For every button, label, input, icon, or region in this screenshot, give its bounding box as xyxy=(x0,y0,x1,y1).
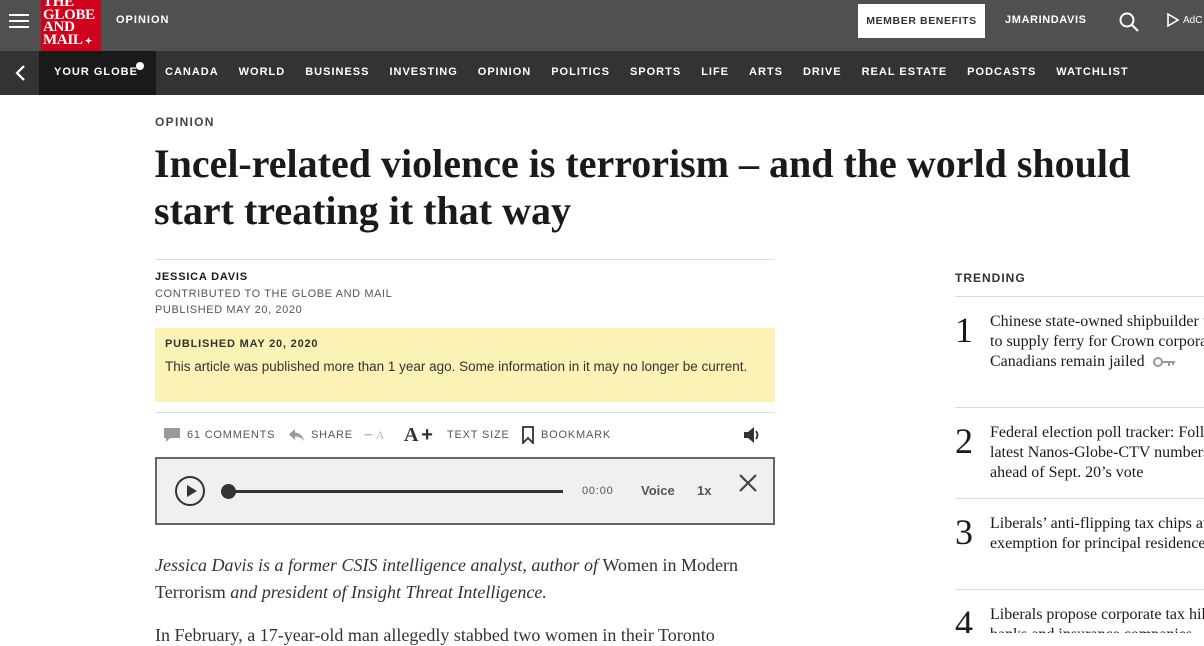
speed-selector[interactable]: 1x xyxy=(697,483,711,498)
nav-item-arts[interactable]: ARTS xyxy=(749,66,783,78)
nav-item-business[interactable]: BUSINESS xyxy=(305,66,369,78)
your-globe-label: YOUR GLOBE xyxy=(54,66,138,78)
audio-time: 00:00 xyxy=(582,485,614,497)
decrease-text-size-button[interactable]: – A xyxy=(364,418,385,452)
audio-progress-track[interactable] xyxy=(230,490,563,493)
divider xyxy=(155,412,775,413)
top-bar: THE GLOBE AND MAIL ✦ OPINION MEMBER BENE… xyxy=(0,0,1204,51)
nav-item-podcasts[interactable]: PODCASTS xyxy=(967,66,1036,78)
trending-headline[interactable]: Chinese state-owned shipbuilder tapped t… xyxy=(990,312,1204,372)
speaker-icon xyxy=(744,427,759,443)
trending-list: 1 Chinese state-owned shipbuilder tapped… xyxy=(955,290,1204,633)
audio-player: 00:00 Voice 1x xyxy=(155,457,775,525)
menu-icon[interactable] xyxy=(9,12,29,30)
article-headline: Incel-related violence is terrorism – an… xyxy=(154,141,1131,233)
notice-title: PUBLISHED MAY 20, 2020 xyxy=(165,338,319,350)
bookmark-button[interactable]: BOOKMARK xyxy=(521,418,611,452)
trending-rank: 3 xyxy=(955,512,973,552)
trending-headline[interactable]: Federal election poll tracker: Follow th… xyxy=(990,423,1204,483)
plus-icon: + xyxy=(421,423,434,446)
voice-selector[interactable]: Voice xyxy=(641,483,675,498)
nav-item-canada[interactable]: CANADA xyxy=(165,66,219,78)
nav-item-watchlist[interactable]: WATCHLIST xyxy=(1056,66,1128,78)
search-icon[interactable] xyxy=(1118,11,1140,33)
globe-and-mail-logo[interactable]: THE GLOBE AND MAIL ✦ xyxy=(41,0,101,51)
member-benefits-button[interactable]: MEMBER BENEFITS xyxy=(858,4,985,38)
audio-progress-handle[interactable] xyxy=(221,484,236,499)
share-label: SHARE xyxy=(311,429,353,441)
trending-headline-text: Liberals’ anti-flipping tax chips away a… xyxy=(990,515,1204,552)
bookmark-label: BOOKMARK xyxy=(541,429,611,441)
nav-item-real-estate[interactable]: REAL ESTATE xyxy=(862,66,948,78)
adchoices-link[interactable]: AdC xyxy=(1166,12,1202,28)
nav-items: CANADA WORLD BUSINESS INVESTING OPINION … xyxy=(165,66,1149,78)
play-icon[interactable] xyxy=(175,476,205,506)
trending-rank: 2 xyxy=(955,421,973,461)
archive-notice: PUBLISHED MAY 20, 2020 This article was … xyxy=(155,328,775,402)
published-date: PUBLISHED MAY 20, 2020 xyxy=(155,304,303,316)
trending-rank: 4 xyxy=(955,603,973,633)
comments-label: 61 COMMENTS xyxy=(187,429,276,441)
small-a-icon: A xyxy=(375,427,386,442)
bio-text: Jessica Davis is a former CSIS intellige… xyxy=(155,555,603,575)
author-bio: Jessica Davis is a former CSIS intellige… xyxy=(155,552,775,606)
increase-text-size-button[interactable]: A + xyxy=(404,418,434,452)
nav-item-drive[interactable]: DRIVE xyxy=(803,66,842,78)
share-button[interactable]: SHARE xyxy=(288,418,353,452)
close-icon[interactable] xyxy=(737,472,759,494)
divider xyxy=(955,589,1204,590)
account-username[interactable]: JMARINDAVIS xyxy=(1005,14,1087,26)
divider xyxy=(955,498,1204,499)
adchoices-icon xyxy=(1167,12,1180,28)
maple-leaf-icon: ✦ xyxy=(84,36,93,46)
your-globe-tab[interactable]: YOUR GLOBE xyxy=(39,51,156,95)
minus-icon: – xyxy=(364,426,374,443)
nav-item-politics[interactable]: POLITICS xyxy=(551,66,610,78)
comment-icon xyxy=(164,428,180,442)
notice-body: This article was published more than 1 y… xyxy=(165,359,748,374)
trending-rank: 1 xyxy=(955,310,973,350)
large-a-icon: A xyxy=(404,423,420,446)
trending-headline[interactable]: Liberals’ anti-flipping tax chips away a… xyxy=(990,514,1204,554)
divider xyxy=(955,407,1204,408)
logo-line: MAIL xyxy=(43,31,83,48)
bookmark-icon xyxy=(522,426,534,444)
trending-title: TRENDING xyxy=(955,271,1026,285)
article-section-label[interactable]: OPINION xyxy=(155,115,215,129)
comments-button[interactable]: 61 COMMENTS xyxy=(163,418,275,452)
nav-item-sports[interactable]: SPORTS xyxy=(630,66,681,78)
bio-text: and president of Insight Threat Intellig… xyxy=(225,582,547,602)
section-title[interactable]: OPINION xyxy=(116,14,169,26)
nav-item-world[interactable]: WORLD xyxy=(239,66,286,78)
nav-item-opinion[interactable]: OPINION xyxy=(478,66,531,78)
section-nav: YOUR GLOBE CANADA WORLD BUSINESS INVESTI… xyxy=(0,51,1204,95)
nav-back-chevron-icon[interactable] xyxy=(0,51,39,95)
article-toolbar: 61 COMMENTS SHARE – A A + TEXT SIZE BOOK… xyxy=(155,418,775,452)
share-icon xyxy=(289,429,304,441)
contributor-note: CONTRIBUTED TO THE GLOBE AND MAIL xyxy=(155,288,393,300)
article-paragraph: In February, a 17-year-old man allegedly… xyxy=(155,625,715,645)
divider xyxy=(155,259,775,260)
trending-headline[interactable]: Liberals propose corporate tax hike on b… xyxy=(990,605,1204,633)
notification-dot xyxy=(136,62,144,70)
adchoices-label: AdC xyxy=(1183,14,1203,26)
author-name[interactable]: JESSICA DAVIS xyxy=(155,271,248,283)
text-size-label: TEXT SIZE xyxy=(447,429,510,441)
listen-button[interactable] xyxy=(742,418,762,452)
key-icon xyxy=(1152,357,1175,368)
nav-item-investing[interactable]: INVESTING xyxy=(389,66,457,78)
nav-item-life[interactable]: LIFE xyxy=(701,66,729,78)
